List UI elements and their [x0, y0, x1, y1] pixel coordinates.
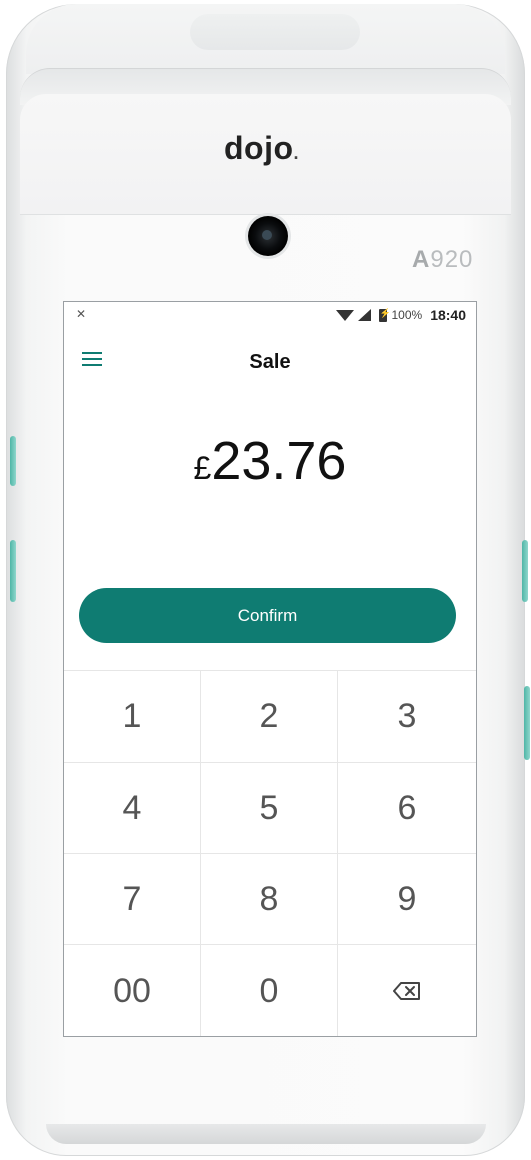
side-button-right[interactable]: [522, 540, 528, 602]
page-title: Sale: [249, 351, 291, 373]
brand-logo: dojo.: [224, 130, 300, 166]
key-3[interactable]: 3: [338, 671, 476, 763]
key-5[interactable]: 5: [201, 763, 338, 854]
touch-screen: ✕ 100% 18:40 Sale £23.76 Confirm 1 2 3 4…: [63, 301, 477, 1037]
backspace-key[interactable]: [338, 945, 476, 1036]
key-00[interactable]: 00: [64, 945, 201, 1036]
status-bar: ✕ 100% 18:40: [64, 302, 476, 328]
key-0[interactable]: 0: [201, 945, 338, 1036]
amount-value: 23.76: [211, 431, 347, 491]
key-7[interactable]: 7: [64, 854, 201, 945]
side-button-left-lower[interactable]: [10, 540, 16, 602]
signal-icon: [358, 309, 372, 321]
key-2[interactable]: 2: [201, 671, 338, 763]
currency-symbol: £: [193, 450, 212, 486]
key-4[interactable]: 4: [64, 763, 201, 854]
side-button-right-lower[interactable]: [524, 686, 530, 760]
device-bottom-rim: [46, 1124, 486, 1144]
confirm-button[interactable]: Confirm: [79, 588, 456, 643]
notification-icon: ✕: [76, 307, 87, 321]
numeric-keypad: 1 2 3 4 5 6 7 8 9 00 0: [64, 670, 476, 1036]
status-indicators: 100% 18:40: [336, 307, 466, 323]
battery-icon: [379, 308, 391, 322]
key-1[interactable]: 1: [64, 671, 201, 763]
status-time: 18:40: [430, 307, 466, 323]
camera-lens-icon: [248, 216, 288, 256]
battery-percent: 100%: [391, 308, 423, 322]
model-label: A920: [412, 246, 474, 273]
app-bar: Sale: [64, 328, 476, 394]
key-9[interactable]: 9: [338, 854, 476, 945]
wifi-icon: [336, 309, 355, 321]
backspace-icon: [393, 982, 421, 1000]
amount-display: £23.76: [64, 430, 476, 492]
key-8[interactable]: 8: [201, 854, 338, 945]
side-button-left[interactable]: [10, 436, 16, 486]
contactless-icon: [190, 14, 360, 50]
key-6[interactable]: 6: [338, 763, 476, 854]
